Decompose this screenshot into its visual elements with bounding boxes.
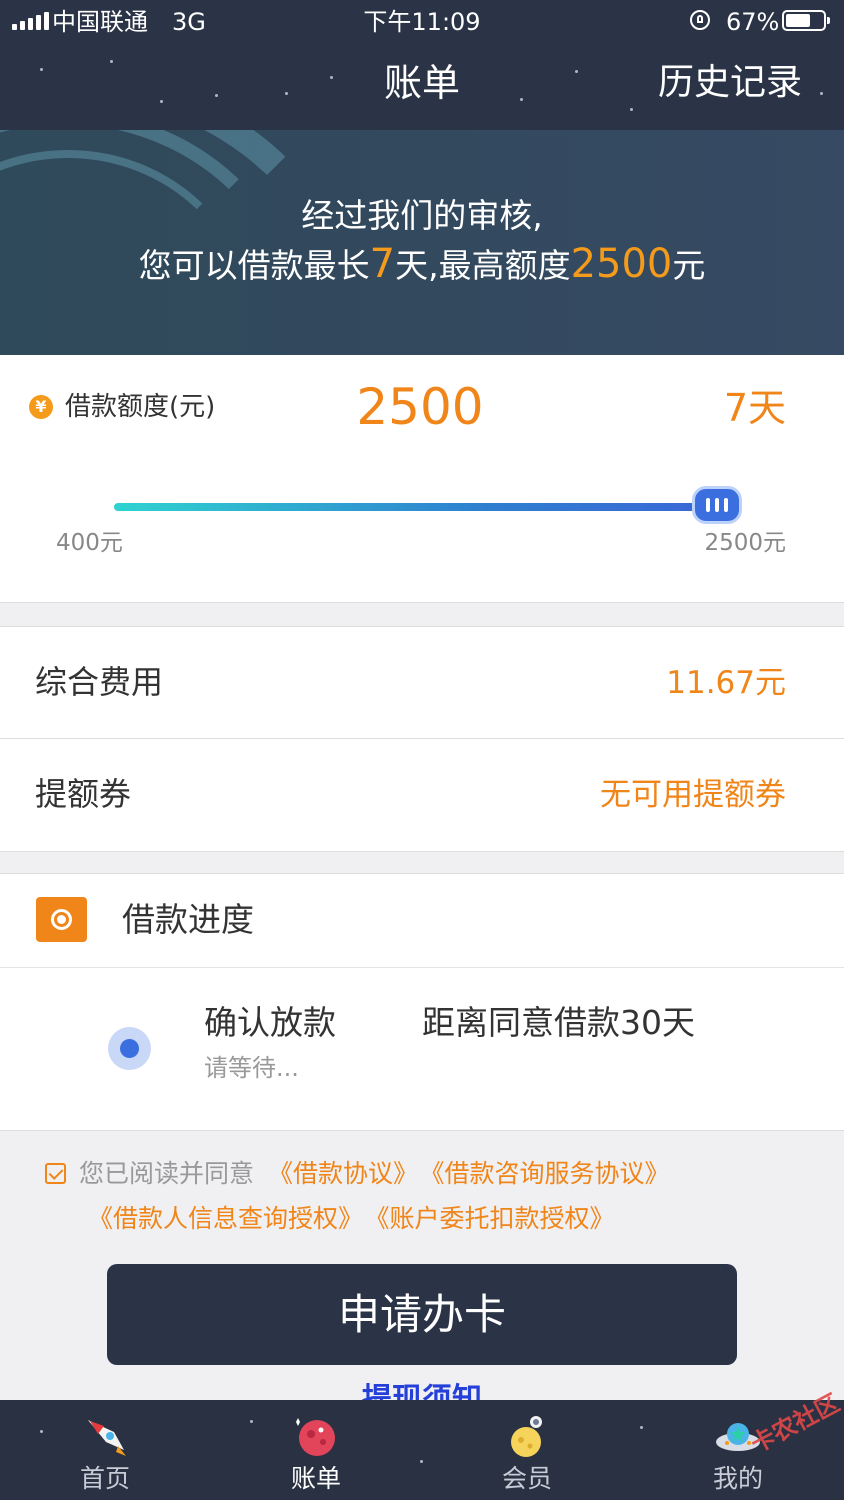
fee-row-total: 综合费用 11.67元: [0, 627, 844, 738]
step-subtitle: 请等待...: [204, 1054, 299, 1082]
tab-label: 会员: [501, 1464, 552, 1493]
loan-amount-label: 借款额度(元): [65, 392, 216, 422]
coupon-value[interactable]: 无可用提额券: [600, 775, 786, 815]
banner-text-part: 天,最高额度: [395, 246, 571, 285]
slider-min-label: 400元: [56, 530, 123, 556]
info-query-auth-link[interactable]: 《借款人信息查询授权》: [88, 1204, 363, 1233]
banner-line-1: 经过我们的审核,: [301, 196, 543, 235]
history-button[interactable]: 历史记录: [658, 58, 802, 108]
tab-member[interactable]: 会员: [467, 1400, 587, 1500]
banner-line-2: 您可以借款最长7天,最高额度2500元: [0, 240, 844, 290]
loan-days-value: 7天: [723, 386, 786, 430]
approval-banner: 经过我们的审核, 您可以借款最长7天,最高额度2500元: [0, 130, 844, 355]
rotation-lock-icon: [690, 10, 710, 30]
planet-icon: [296, 1418, 335, 1456]
star-decoration: [40, 1430, 43, 1433]
slider-max-label: 2500元: [704, 530, 786, 556]
top-header: 中国联通 3G 下午11:09 67% 账单 历史记录: [0, 0, 844, 130]
bottom-tab-bar: 首页 账单 会员 我的: [0, 1400, 844, 1500]
banner-days: 7: [369, 241, 396, 287]
star-decoration: [420, 1460, 423, 1463]
fee-list: 综合费用 11.67元 提额券 无可用提额券: [0, 626, 844, 852]
loan-agreement-link[interactable]: 《借款协议》: [268, 1159, 418, 1188]
step-countdown: 距离同意借款30天: [422, 1003, 695, 1042]
amount-slider-track[interactable]: [114, 503, 730, 511]
withdraw-notice-link[interactable]: 提现须知: [362, 1380, 482, 1400]
tab-label: 首页: [79, 1464, 130, 1493]
tab-label: 账单: [290, 1464, 341, 1493]
coupon-row[interactable]: 提额券 无可用提额券: [0, 739, 844, 850]
yen-icon: ¥: [29, 395, 53, 419]
consulting-agreement-link[interactable]: 《借款咨询服务协议》: [432, 1159, 670, 1188]
star-decoration: [250, 1420, 253, 1423]
tab-bills[interactable]: 账单: [256, 1400, 376, 1500]
banner-text-part: 您可以借款最长: [138, 246, 370, 285]
loan-amount-value: 2500: [356, 378, 484, 436]
agreement-checkbox[interactable]: [45, 1163, 66, 1184]
debit-auth-link[interactable]: 《账户委托扣款授权》: [377, 1204, 615, 1233]
step-title: 确认放款: [204, 1003, 336, 1042]
banner-amount: 2500: [570, 241, 673, 287]
agreement-line-1: 您已阅读并同意 《借款协议》 《借款咨询服务协议》: [79, 1156, 684, 1192]
tab-label: 我的: [712, 1464, 763, 1493]
status-time: 下午11:09: [363, 8, 481, 36]
battery-icon: [782, 10, 830, 31]
step-status-dot: [108, 1027, 151, 1070]
amount-slider-handle[interactable]: [692, 486, 742, 524]
agreement-line-2: 《借款人信息查询授权》 《账户委托扣款授权》: [88, 1201, 629, 1237]
astronaut-moon-icon: [511, 1416, 542, 1457]
progress-title: 借款进度: [122, 900, 254, 939]
tab-home[interactable]: 首页: [45, 1400, 165, 1500]
divider: [0, 967, 844, 968]
apply-card-button[interactable]: 申请办卡: [107, 1264, 737, 1365]
banner-message: 经过我们的审核, 您可以借款最长7天,最高额度2500元: [0, 192, 844, 290]
agreement-prefix: 您已阅读并同意: [79, 1159, 255, 1188]
banner-text-part: 元: [672, 246, 706, 285]
star-decoration: [640, 1426, 643, 1429]
fee-label: 综合费用: [35, 663, 164, 701]
fee-value: 11.67元: [666, 665, 786, 701]
withdraw-notice-container: 提现须知: [0, 1380, 844, 1400]
battery-percent: 67%: [726, 8, 780, 36]
rocket-icon: [88, 1420, 126, 1456]
progress-icon: [36, 897, 87, 942]
star-decoration: [630, 108, 633, 111]
coupon-label: 提额券: [35, 775, 132, 813]
